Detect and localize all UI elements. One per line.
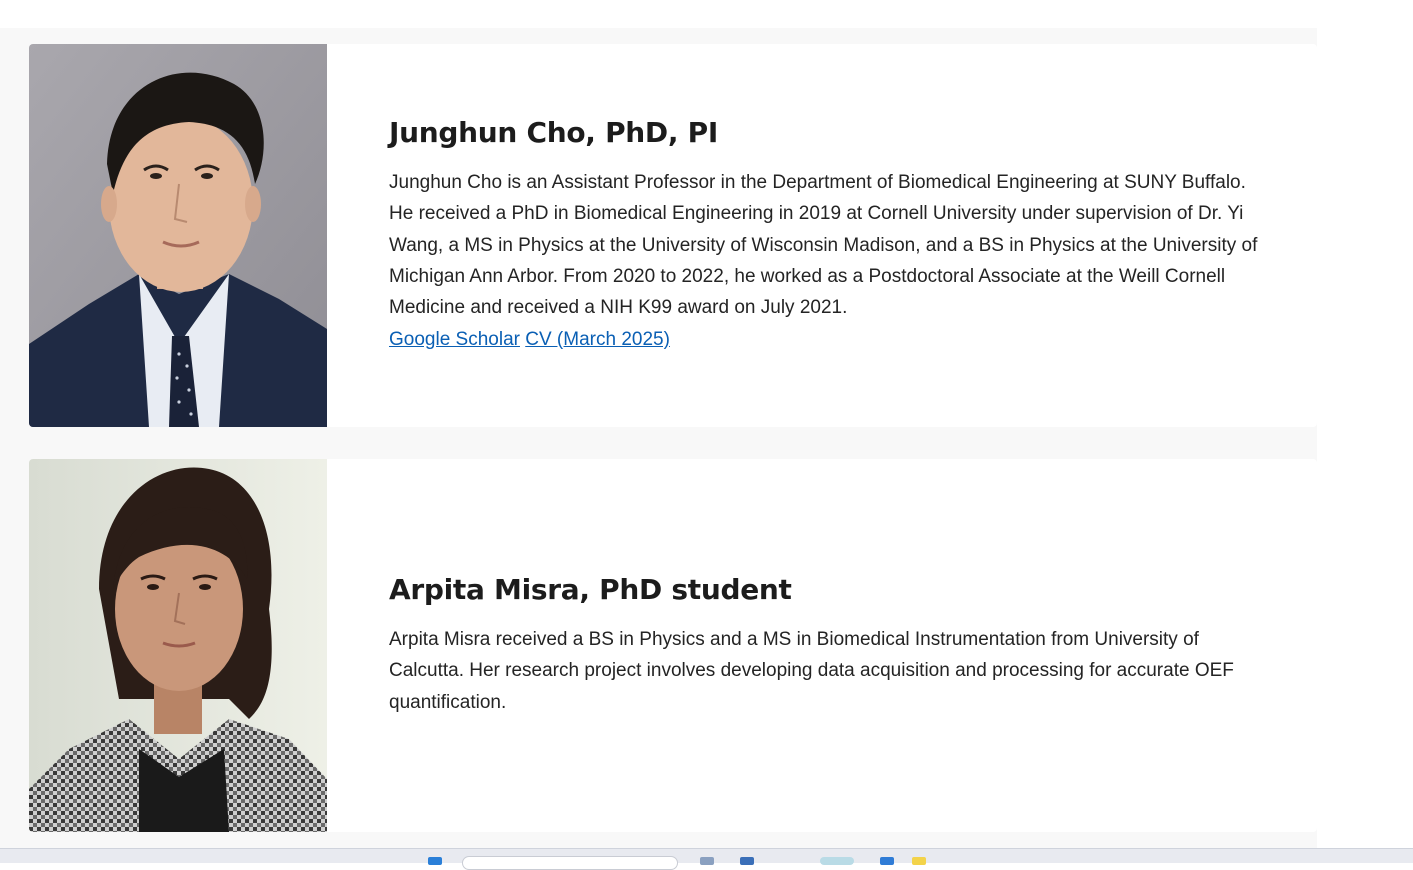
- person-name: Junghun Cho, PhD, PI: [389, 115, 719, 149]
- cv-link[interactable]: CV (March 2025): [525, 329, 670, 350]
- person-bio-text: Junghun Cho is an Assistant Professor in…: [389, 171, 1258, 319]
- person-card: Junghun Cho, PhD, PI Junghun Cho is an A…: [29, 44, 1317, 427]
- os-taskbar: [0, 848, 1413, 870]
- browser-icon[interactable]: [820, 857, 854, 865]
- windows-start-icon[interactable]: [428, 857, 442, 865]
- person-card: Arpita Misra, PhD student Arpita Misra r…: [29, 459, 1317, 832]
- person-name: Arpita Misra, PhD student: [389, 572, 792, 606]
- file-explorer-icon[interactable]: [912, 857, 926, 865]
- task-view-icon[interactable]: [700, 857, 714, 865]
- person-info: Junghun Cho, PhD, PI Junghun Cho is an A…: [327, 44, 1317, 427]
- person-bio: Arpita Misra received a BS in Physics an…: [389, 628, 1234, 713]
- app-icon[interactable]: [880, 857, 894, 865]
- person-bio: Junghun Cho is an Assistant Professor in…: [389, 167, 1269, 355]
- person-photo: [29, 459, 327, 832]
- app-icon[interactable]: [740, 857, 754, 865]
- taskbar-search-box[interactable]: [462, 856, 678, 870]
- top-strip: [0, 0, 1413, 28]
- right-gutter: [1317, 28, 1413, 848]
- person-photo: [29, 44, 327, 427]
- person-links: Google Scholar CV (March 2025): [389, 329, 670, 350]
- person-info: Arpita Misra, PhD student Arpita Misra r…: [327, 459, 1317, 832]
- google-scholar-link[interactable]: Google Scholar: [389, 329, 520, 350]
